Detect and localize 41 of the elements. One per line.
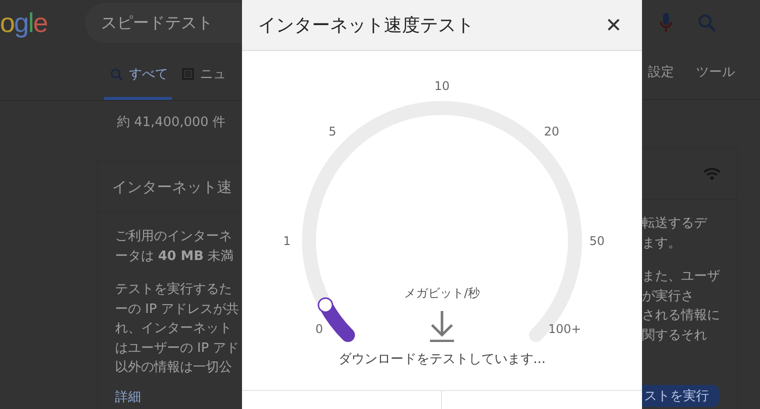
paragraph-line: ご利用のインターネ	[115, 228, 233, 246]
scale-label: 50	[589, 234, 605, 248]
search-tab[interactable]: すべて	[104, 65, 172, 100]
status-text: ダウンロードをテストしています...	[338, 351, 546, 368]
run-test-button[interactable]: ストを実行	[642, 385, 719, 407]
paragraph-line: が実行さ	[642, 288, 695, 306]
scale-label: 0	[315, 322, 324, 336]
tools-link[interactable]: ツール	[696, 63, 735, 81]
result-count: 約 41,400,000 件	[116, 114, 227, 132]
microphone-icon[interactable]	[660, 13, 672, 33]
search-tab[interactable]: ニュ	[176, 65, 230, 100]
wifi-icon	[703, 168, 721, 180]
paragraph-line: ーの IP アドレスが共	[115, 300, 240, 318]
newspaper-icon	[182, 68, 194, 80]
paragraph-line: テストを実行するた	[115, 281, 233, 299]
gauge-needle-dot	[318, 297, 334, 313]
unit-label: メガビット/秒	[404, 285, 480, 302]
scale-label: 1	[283, 234, 291, 248]
search-icon	[110, 68, 123, 80]
scale-label: 10	[434, 79, 450, 93]
paragraph-line: ます。	[642, 234, 682, 252]
paragraph-line: ータは 40 MB 未満	[115, 248, 235, 266]
paragraph-line: 関するそれ	[642, 326, 708, 344]
paragraph-line: 以外の情報は一切公	[115, 359, 233, 377]
more-link[interactable]: 詳細	[115, 388, 242, 406]
paragraph-line: される情報に	[642, 307, 721, 325]
dialog-title: インターネット速度テスト	[258, 14, 474, 37]
scale-label: 20	[544, 124, 560, 138]
close-button[interactable]: ✕	[601, 11, 626, 39]
logo[interactable]: ogle	[0, 8, 48, 38]
scale-label: 100+	[548, 322, 582, 336]
card-title: インターネット速	[112, 178, 232, 196]
scale-label: 5	[328, 124, 336, 138]
download-icon	[429, 310, 455, 342]
paragraph-line: れ、インターネット	[115, 320, 233, 338]
paragraph-line: はユーザーの IP アド	[115, 340, 240, 358]
search-field[interactable]: スピードテスト	[85, 3, 242, 43]
paragraph-line: 転送するデ	[642, 215, 708, 233]
search-icon[interactable]	[698, 14, 716, 32]
paragraph-line: また、ユーザ	[642, 268, 721, 286]
settings-link[interactable]: 設定	[648, 63, 674, 81]
